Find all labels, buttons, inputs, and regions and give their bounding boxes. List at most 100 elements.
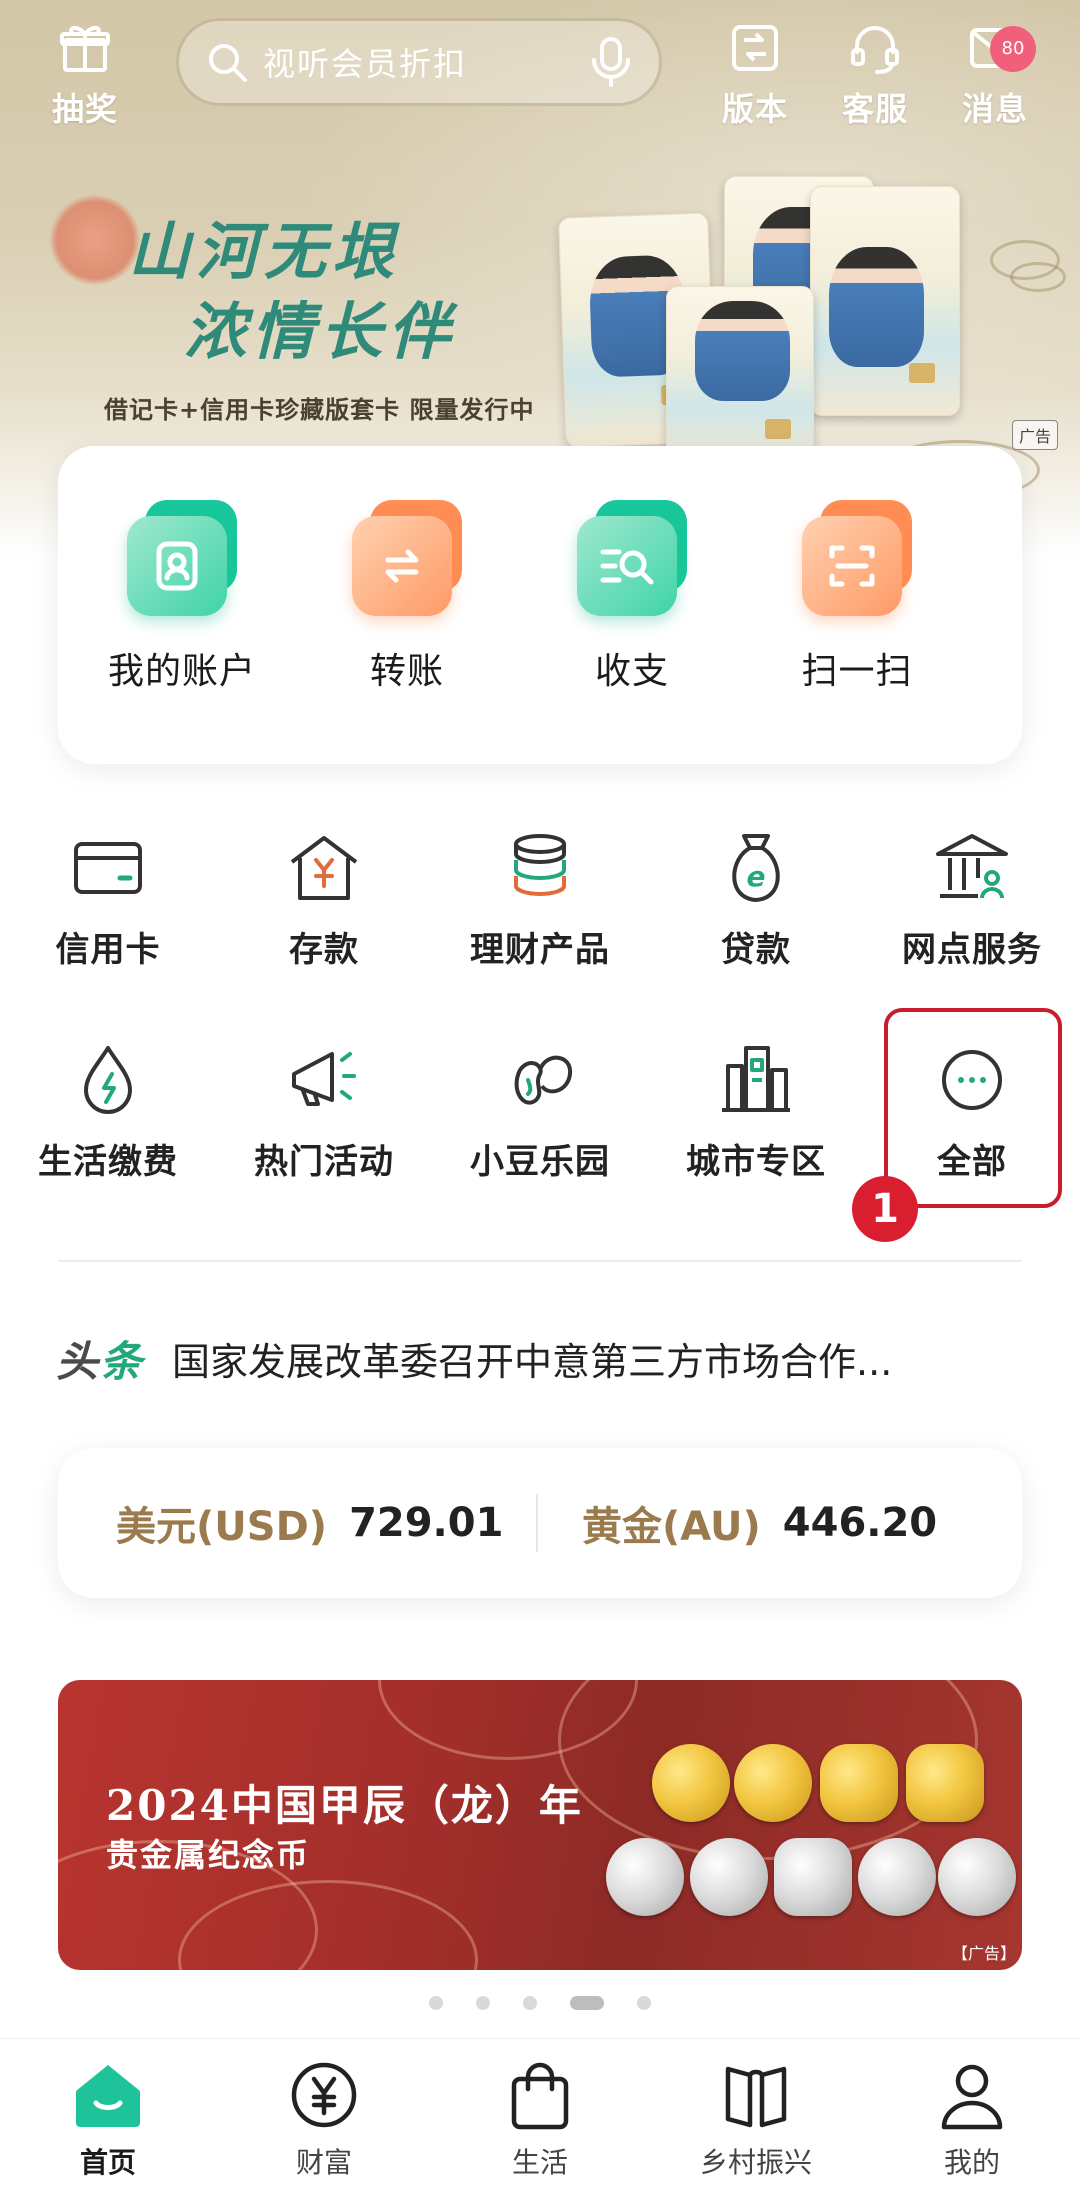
cloud-decoration [1010,262,1066,292]
user-icon [941,2064,1003,2130]
nav-wealth[interactable]: 财富 [216,2057,432,2181]
rate-value: 446.20 [782,1500,938,1546]
hero-title-line1: 山河无垠 [128,215,401,288]
service-wealth-product[interactable]: 理财产品 [440,828,640,971]
quick-action-label: 我的账户 [107,651,256,692]
service-label: 理财产品 [470,930,610,970]
promo-subtitle: 贵金属纪念币 [106,1836,311,1874]
quick-action-scan[interactable]: 扫一扫 [757,500,957,694]
lottery-button[interactable]: 抽奖 [40,20,130,130]
income-expense-icon [567,500,697,624]
nav-rural-revitalization[interactable]: 乡村振兴 [648,2057,864,2181]
step-number-badge: 1 [852,1176,918,1242]
carousel-dot[interactable] [637,1995,652,2010]
bean-icon [514,1055,573,1105]
nav-home[interactable]: 首页 [0,2057,216,2181]
ad-tag: 广告 [1011,420,1058,450]
rate-name: 美元(USD) [116,1504,328,1550]
transfer-icon [342,500,472,624]
microphone-icon[interactable] [589,36,633,88]
rate-value: 729.01 [349,1500,504,1546]
service-utility-payment[interactable]: 生活缴费 [8,1040,208,1183]
city-icon [722,1046,790,1112]
rate-gold[interactable]: 黄金(AU) 446.20 [582,1448,937,1598]
nav-label: 乡村振兴 [699,2146,812,2179]
headline-news[interactable]: 头条 国家发展改革委召开中意第三方市场合作... [56,1328,1026,1389]
divider [58,1260,1022,1262]
hero-title-line2: 浓情长伴 [184,295,457,368]
rate-divider [536,1494,538,1552]
headset-icon [851,26,899,74]
rate-name: 黄金(AU) [582,1504,761,1550]
sun-decoration [50,195,140,285]
quick-action-label: 扫一扫 [801,651,913,692]
nav-label: 首页 [79,2146,136,2179]
coin-image [652,1744,730,1822]
quick-action-label: 转账 [369,651,444,692]
svg-text:e: e [747,860,766,893]
carousel-dot[interactable] [428,1995,443,2010]
messages-label: 消息 [961,90,1028,128]
account-icon [117,500,247,624]
highlight-box [884,1008,1062,1208]
service-city-zone[interactable]: 城市专区 [656,1040,856,1183]
megaphone-icon [292,1052,356,1106]
service-label: 存款 [289,930,359,970]
loan-icon: e [732,834,780,902]
wealth-product-icon [514,834,566,896]
promo-ad-tag: 【广告】 [951,1944,1016,1963]
rates-card[interactable]: 美元(USD) 729.01 黄金(AU) 446.20 [58,1448,1022,1598]
quick-action-my-account[interactable]: 我的账户 [82,500,282,694]
book-icon [725,2066,787,2128]
nav-label: 生活 [511,2146,568,2179]
service-loan[interactable]: e 贷款 [656,828,856,971]
customer-service-label: 客服 [841,90,908,128]
bottom-nav: 首页 财富 生活 乡村振兴 我的 [0,2038,1080,2207]
scan-icon [792,500,922,624]
service-label: 网点服务 [902,930,1042,970]
carousel-indicator [0,1992,1080,2011]
nav-life[interactable]: 生活 [432,2057,648,2181]
quick-action-label: 收支 [594,651,669,692]
quick-action-income-expense[interactable]: 收支 [532,500,732,694]
service-label: 小豆乐园 [470,1142,610,1182]
home-icon [76,2065,140,2127]
headline-tag: 头条 [56,1337,145,1386]
service-bean-park[interactable]: 小豆乐园 [440,1040,640,1183]
headline-text: 国家发展改革委召开中意第三方市场合作... [172,1340,893,1384]
yuan-icon [291,2062,357,2128]
quick-action-transfer[interactable]: 转账 [307,500,507,694]
message-count-badge: 80 [990,26,1036,72]
rate-usd[interactable]: 美元(USD) 729.01 [116,1448,503,1598]
service-label: 信用卡 [55,930,161,970]
coin-image [858,1838,936,1916]
coin-image [938,1838,1016,1916]
messages-button[interactable]: 消息 80 [950,20,1040,130]
service-branch[interactable]: 网点服务 [872,828,1072,971]
branch-service-icon [936,834,1008,899]
promo-banner[interactable]: 2024中国甲辰（龙）年 贵金属纪念币 【广告】 [58,1680,1022,1970]
quick-actions-card: 我的账户 转账 收支 扫一扫 [58,446,1022,764]
carousel-dot[interactable] [475,1995,490,2010]
service-hot-activity[interactable]: 热门活动 [224,1040,424,1183]
service-credit-card[interactable]: 信用卡 [8,828,208,971]
hero-subtitle: 借记卡+信用卡珍藏版套卡 限量发行中 [104,396,535,424]
coin-image [906,1744,984,1822]
shopping-bag-icon [511,2062,569,2130]
version-icon [732,25,778,71]
top-bar: 抽奖 视听会员折扣 版本 客服 消息 80 [0,0,1080,130]
version-button[interactable]: 版本 [710,20,800,130]
hero-title: 山河无垠 浓情长伴 [128,212,456,372]
version-label: 版本 [721,90,788,128]
carousel-dot[interactable] [523,1995,537,2010]
credit-card-icon [74,842,142,894]
carousel-dot-active[interactable] [570,1995,605,2010]
nav-label: 我的 [943,2146,1000,2179]
search-placeholder: 视听会员折扣 [263,45,468,83]
customer-service-button[interactable]: 客服 [830,20,920,130]
search-bar[interactable]: 视听会员折扣 [176,18,662,106]
lottery-label: 抽奖 [51,90,118,128]
card-image [666,286,814,462]
nav-mine[interactable]: 我的 [864,2057,1080,2181]
service-deposit[interactable]: 存款 [224,828,424,971]
